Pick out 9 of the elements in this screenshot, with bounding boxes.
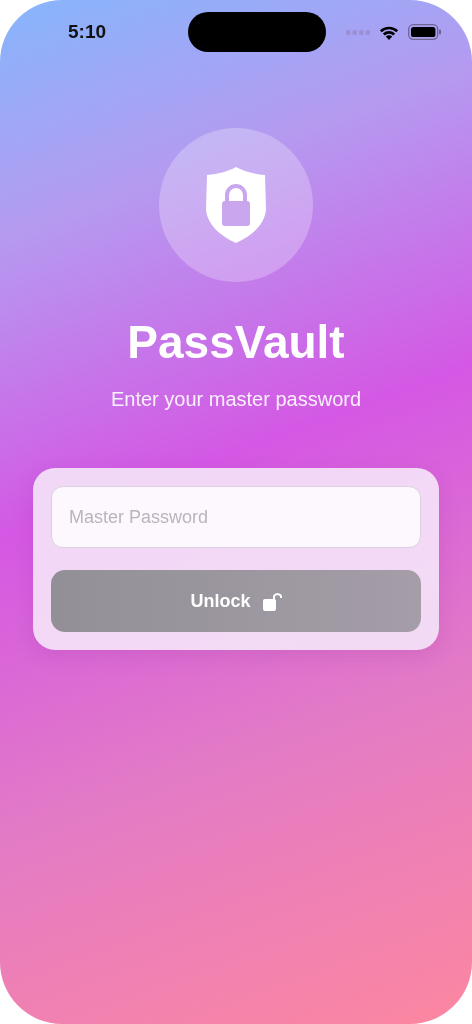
password-field[interactable]: Master Password xyxy=(51,486,421,548)
battery-icon xyxy=(408,24,442,40)
wifi-icon xyxy=(379,24,399,40)
unlock-icon xyxy=(262,591,282,611)
app-title: PassVault xyxy=(127,315,345,370)
app-subtitle: Enter your master password xyxy=(110,388,362,411)
signal-icon xyxy=(346,29,370,35)
shield-lock-icon xyxy=(205,167,267,243)
status-time: 5:10 xyxy=(68,21,108,43)
